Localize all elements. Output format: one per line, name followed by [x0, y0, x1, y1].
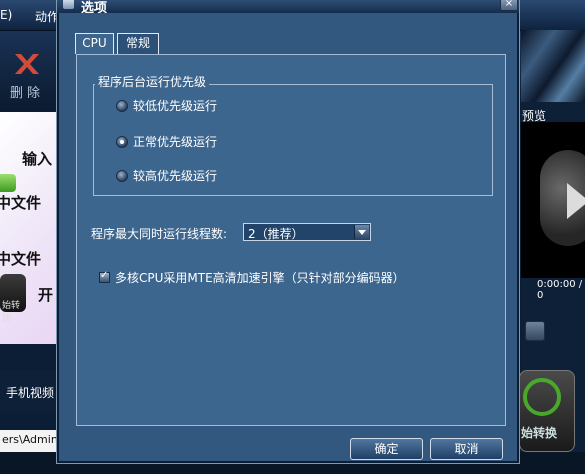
radio-low-icon[interactable]	[116, 100, 128, 112]
mte-checkbox[interactable]	[99, 270, 110, 283]
priority-group-title: 程序后台运行优先级	[95, 73, 210, 90]
category-label: 手机视频	[6, 386, 55, 400]
radio-low-label[interactable]: 较低优先级运行	[133, 97, 217, 114]
chevron-down-icon[interactable]	[354, 225, 369, 239]
preview-time: 0:00:00 / 0	[537, 279, 583, 301]
hint-start-text: 开	[38, 286, 54, 304]
radio-normal-icon[interactable]	[116, 136, 128, 148]
thread-count-select[interactable]: 2（推荐）	[243, 223, 371, 241]
priority-group: 较低优先级运行 正常优先级运行 较高优先级运行	[93, 84, 493, 196]
cancel-button[interactable]: 取消	[430, 438, 503, 460]
delete-button-label[interactable]: 删除	[10, 82, 44, 101]
dialog-titlebar[interactable]: 选项 ×	[57, 0, 519, 16]
convert-icon	[523, 378, 561, 416]
tab-panel-cpu: 较低优先级运行 正常优先级运行 较高优先级运行 程序后台运行优先级 程序最大同时…	[76, 54, 506, 426]
app-icon	[63, 0, 74, 9]
hint-input-text: 输入	[22, 150, 53, 168]
ok-button[interactable]: 确定	[350, 438, 423, 460]
thread-count-label: 程序最大同时运行线程数:	[91, 227, 228, 241]
tab-cpu[interactable]: CPU	[75, 33, 114, 54]
radio-normal-label[interactable]: 正常优先级运行	[133, 133, 217, 150]
tab-general[interactable]: 常规	[117, 33, 159, 54]
snapshot-button[interactable]	[525, 321, 545, 341]
banner-art	[521, 30, 585, 102]
add-arrow-icon	[0, 174, 16, 192]
dialog-client: CPU 常规 较低优先级运行 正常优先级运行 较高优先级运行 程序后台运行优先级…	[59, 13, 517, 461]
mte-checkbox-label[interactable]: 多核CPU采用MTE高清加速引擎（只针对部分编码器）	[115, 269, 405, 286]
hint-file-text-2: 中文件	[0, 250, 42, 268]
thread-count-value: 2（推荐）	[248, 227, 304, 241]
convert-mini-icon: 始转换	[0, 274, 26, 324]
hint-file-text-1: 中文件	[0, 194, 42, 212]
start-convert-label: 始转换	[521, 426, 558, 440]
radio-high-label[interactable]: 较高优先级运行	[133, 167, 217, 184]
close-button[interactable]: ×	[500, 0, 518, 11]
convert-mini-label: 始转换	[2, 301, 21, 324]
play-icon	[567, 183, 585, 219]
radio-high-icon[interactable]	[116, 170, 128, 182]
options-dialog: 选项 × CPU 常规 较低优先级运行 正常优先级运行 较高优先级运行 程序后台…	[56, 0, 520, 464]
delete-icon[interactable]	[11, 51, 43, 77]
menu-item-edit[interactable]: E)	[0, 8, 12, 22]
